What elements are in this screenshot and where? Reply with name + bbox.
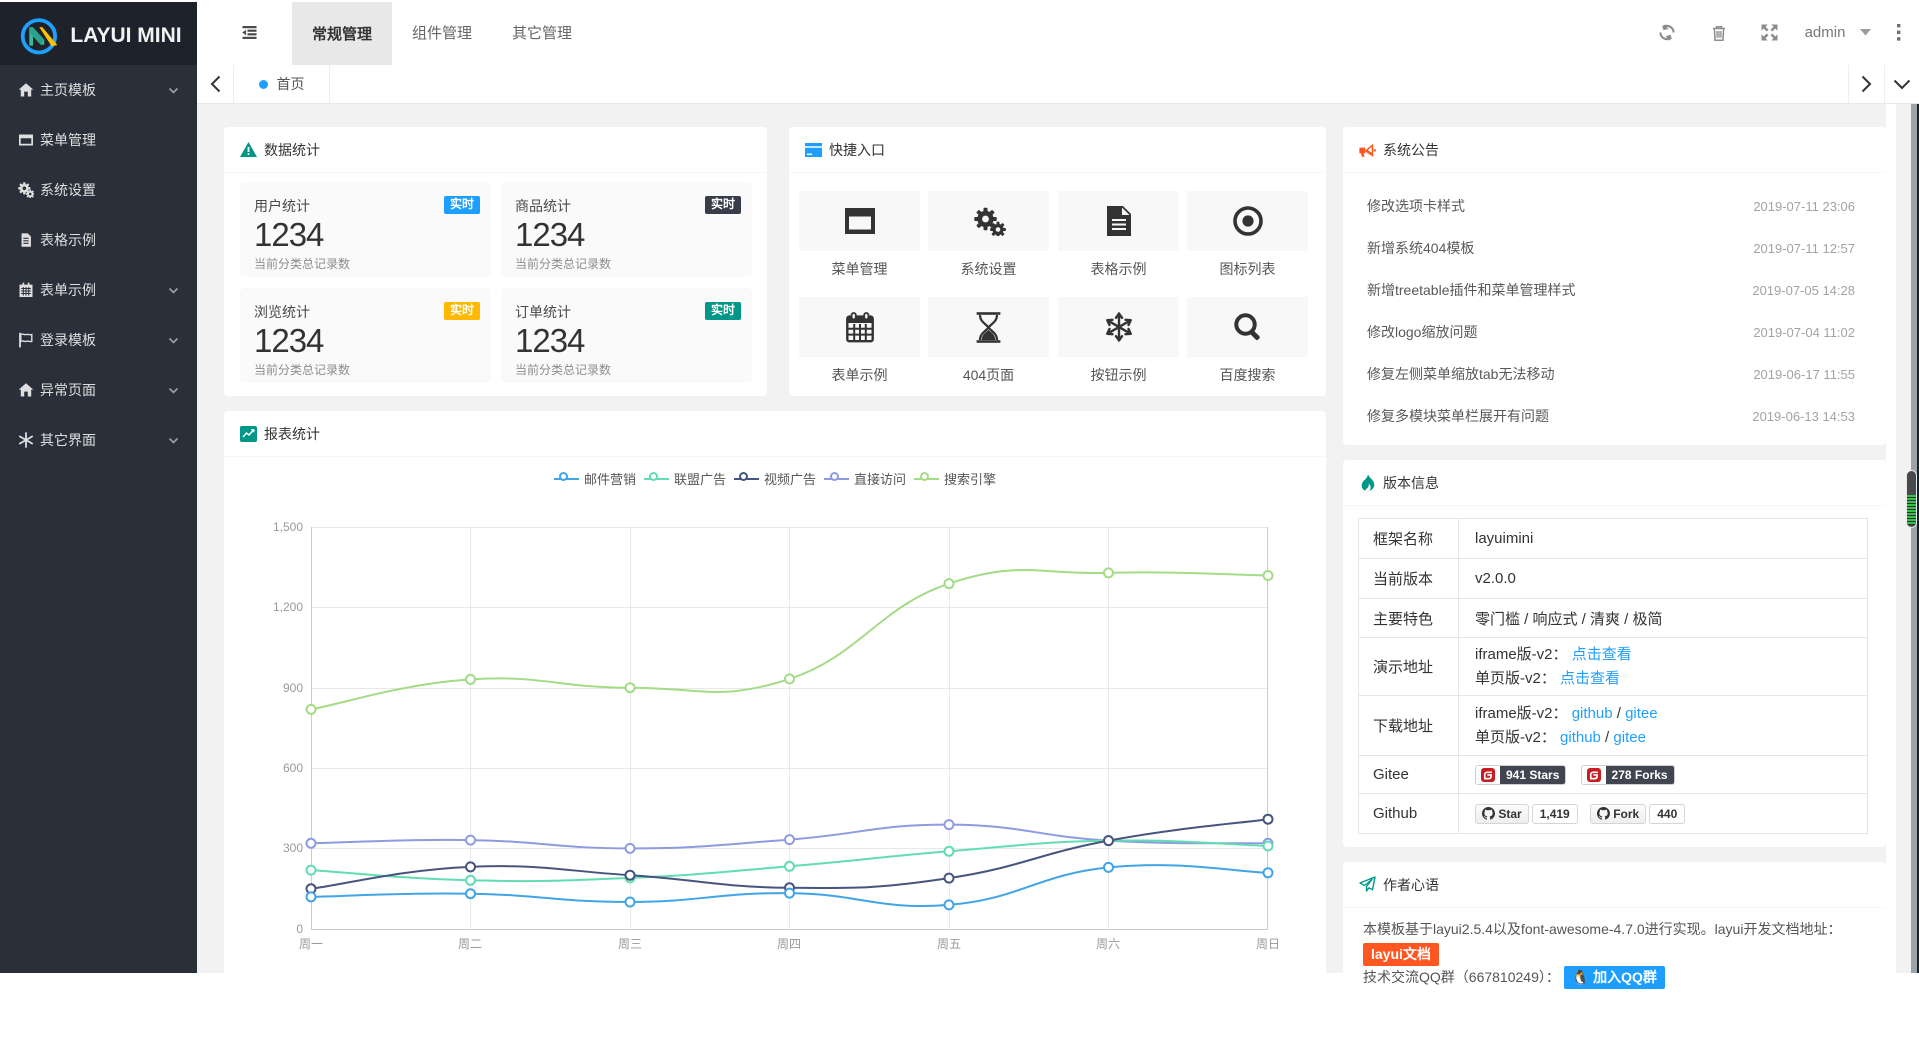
svg-text:周六: 周六 xyxy=(1096,937,1120,951)
svg-text:600: 600 xyxy=(283,761,303,775)
svg-text:1,200: 1,200 xyxy=(273,600,303,614)
svg-text:周五: 周五 xyxy=(937,937,961,951)
svg-text:周三: 周三 xyxy=(618,937,642,951)
svg-text:周二: 周二 xyxy=(458,937,482,951)
svg-text:300: 300 xyxy=(283,841,303,855)
svg-text:周一: 周一 xyxy=(299,937,323,951)
svg-text:周四: 周四 xyxy=(777,937,801,951)
svg-text:周日: 周日 xyxy=(1256,937,1280,951)
svg-text:900: 900 xyxy=(283,681,303,695)
svg-text:1,500: 1,500 xyxy=(273,520,303,534)
svg-text:0: 0 xyxy=(296,922,303,936)
